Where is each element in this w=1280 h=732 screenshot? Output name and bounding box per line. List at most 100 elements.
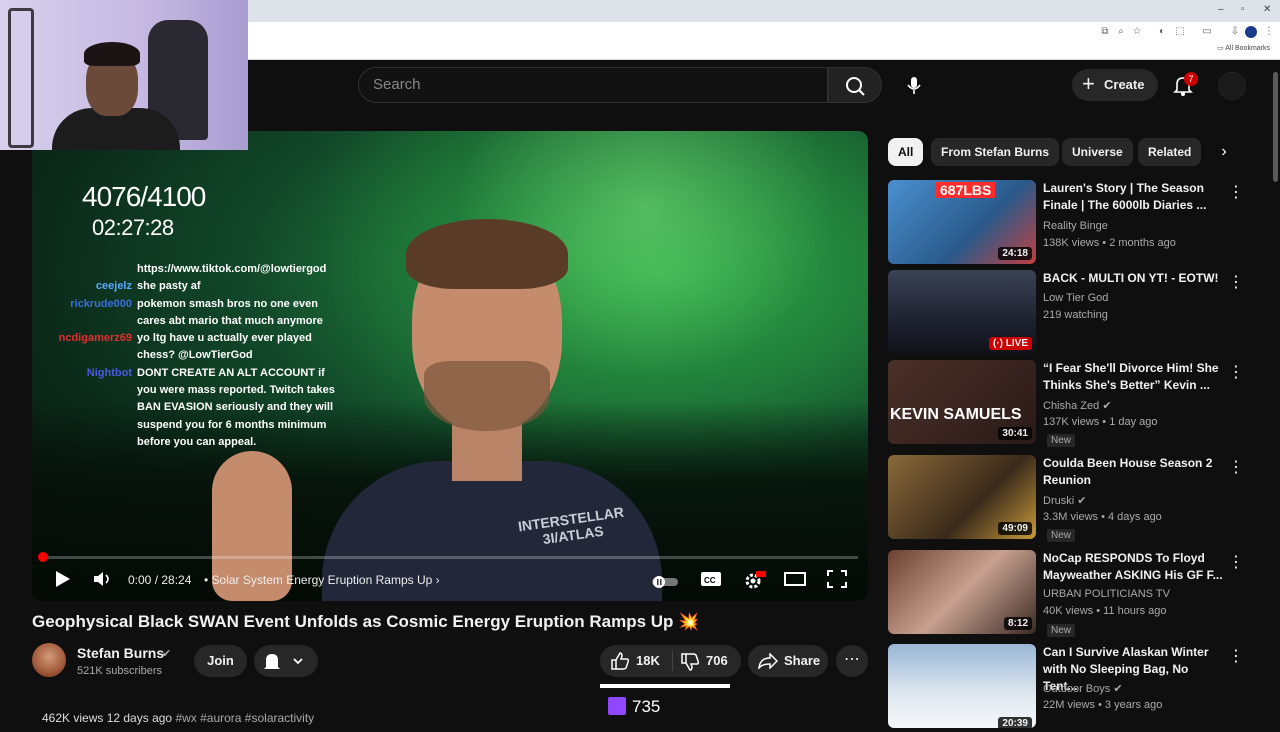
more-vert-icon[interactable]: ⋮ xyxy=(1228,457,1244,477)
twitch-divider xyxy=(600,684,730,688)
theater-mode-button[interactable] xyxy=(784,571,806,592)
recommendation-channel[interactable]: Chisha Zed ✔ xyxy=(1043,399,1112,412)
maximize-icon[interactable]: ▫ xyxy=(1241,4,1245,15)
autoplay-toggle[interactable] xyxy=(650,573,680,594)
download-icon[interactable]: ⇩ xyxy=(1228,26,1242,38)
recommendation-channel[interactable]: Low Tier God xyxy=(1043,292,1108,304)
new-badge: New xyxy=(1047,529,1076,542)
chat-line: rickrude000 pokemon smash bros no one ev… xyxy=(32,296,342,331)
profile-avatar[interactable] xyxy=(1245,26,1257,38)
more-actions-button[interactable]: ⋯ xyxy=(836,645,868,677)
plus-icon: + xyxy=(1082,71,1095,96)
video-thumbnail[interactable]: (·) LIVE xyxy=(888,270,1036,354)
play-icon xyxy=(56,571,70,587)
chevron-right-icon[interactable]: › xyxy=(1210,138,1238,166)
video-thumbnail[interactable]: 8:12 xyxy=(888,550,1036,634)
recommendation-meta: 137K views • 1 day ago xyxy=(1043,416,1158,428)
fullscreen-icon xyxy=(827,570,847,588)
progress-scrubber[interactable] xyxy=(38,552,48,562)
page-scrollbar[interactable] xyxy=(1271,62,1280,720)
video-thumbnail[interactable]: KEVIN SAMUELS 30:41 xyxy=(888,360,1036,444)
recommendation-item[interactable]: (·) LIVE BACK - MULTI ON YT! - EOTW! Low… xyxy=(888,270,1248,358)
dislike-button[interactable] xyxy=(680,653,700,674)
progress-bar[interactable] xyxy=(38,552,858,562)
menu-icon[interactable]: ⋮ xyxy=(1262,26,1276,38)
more-vert-icon[interactable]: ⋮ xyxy=(1228,272,1244,292)
more-vert-icon[interactable]: ⋮ xyxy=(1228,182,1244,202)
channel-avatar[interactable] xyxy=(32,643,66,677)
recommendation-item[interactable]: KEVIN SAMUELS 30:41 “I Fear She'll Divor… xyxy=(888,360,1248,448)
zoom-icon[interactable]: ⌕ xyxy=(1114,26,1128,38)
more-vert-icon[interactable]: ⋮ xyxy=(1228,552,1244,572)
bell-icon xyxy=(264,654,303,669)
bookmark-star-icon[interactable]: ☆ xyxy=(1130,26,1144,38)
chip-from-channel[interactable]: From Stefan Burns xyxy=(931,138,1060,166)
dislike-count: 706 xyxy=(706,653,728,668)
chip-all[interactable]: All xyxy=(888,138,924,166)
share-button[interactable]: Share xyxy=(748,645,828,677)
toggle-icon xyxy=(652,576,678,588)
youtube-header: Search + Create 7 xyxy=(248,60,1280,110)
play-button[interactable] xyxy=(54,569,72,594)
chip-related[interactable]: Related xyxy=(1138,138,1202,166)
recommendation-title[interactable]: NoCap RESPONDS To Floyd Mayweather ASKIN… xyxy=(1043,550,1223,584)
close-icon[interactable]: ✕ xyxy=(1263,4,1271,15)
share-icon xyxy=(758,653,778,669)
chip-universe[interactable]: Universe xyxy=(1062,138,1133,166)
recommendation-item[interactable]: 687LBS 24:18 Lauren's Story | The Season… xyxy=(888,180,1248,268)
chat-line: https://www.tiktok.com/@lowtiergod xyxy=(32,261,342,278)
all-bookmarks-link[interactable]: ▭ All Bookmarks xyxy=(1217,44,1270,52)
chat-message: DONT CREATE AN ALT ACCOUNT if you were m… xyxy=(137,366,335,448)
captions-button[interactable]: CC xyxy=(700,571,722,592)
recommendation-item[interactable]: 49:09 Coulda Been House Season 2 Reunion… xyxy=(888,455,1248,543)
recommendation-channel[interactable]: URBAN POLITICIANS TV xyxy=(1043,588,1170,600)
more-vert-icon[interactable]: ⋮ xyxy=(1228,362,1244,382)
video-thumbnail[interactable]: 20:39 xyxy=(888,644,1036,728)
create-button[interactable]: + Create xyxy=(1072,69,1158,101)
video-description-preview[interactable]: 462K views 12 days ago #wx #aurora #sola… xyxy=(42,711,314,725)
recommendation-meta: 3.3M views • 4 days ago xyxy=(1043,511,1162,523)
recommendation-channel[interactable]: Reality Binge xyxy=(1043,220,1108,232)
account-avatar[interactable] xyxy=(1218,72,1246,100)
chat-message: pokemon smash bros no one even cares abt… xyxy=(137,297,323,327)
search-button[interactable] xyxy=(828,67,882,103)
recommendation-meta: 219 watching xyxy=(1043,309,1108,321)
join-button[interactable]: Join xyxy=(194,645,247,677)
verified-icon: ✔ xyxy=(1113,683,1123,695)
puzzle-icon[interactable]: ⬚ xyxy=(1173,26,1187,38)
thumbnail-text: 687LBS xyxy=(936,182,996,198)
scrollbar-thumb[interactable] xyxy=(1273,72,1278,182)
cast-icon[interactable]: ⧉ xyxy=(1098,26,1112,38)
duration-badge: 30:41 xyxy=(998,427,1032,440)
recommendation-meta: 40K views • 11 hours ago xyxy=(1043,605,1167,617)
video-player[interactable]: INTERSTELLAR 3I/ATLAS 4076/4100 02:27:28… xyxy=(32,131,868,601)
like-button[interactable] xyxy=(610,652,630,673)
time-display: 0:00 / 28:24 xyxy=(128,573,192,587)
chat-username: ceejelz xyxy=(95,280,132,293)
sidepanel-icon[interactable]: ▭ xyxy=(1200,26,1214,38)
recommendation-title[interactable]: Coulda Been House Season 2 Reunion xyxy=(1043,455,1223,489)
video-thumbnail[interactable]: 687LBS 24:18 xyxy=(888,180,1036,264)
recommendation-item[interactable]: 20:39 Can I Survive Alaskan Winter with … xyxy=(888,644,1248,732)
recommendation-channel[interactable]: Druski ✔ xyxy=(1043,494,1086,507)
settings-button[interactable] xyxy=(742,569,766,596)
recommendation-channel[interactable]: Outdoor Boys ✔ xyxy=(1043,682,1123,695)
extension-icon[interactable]: ◐ xyxy=(1155,26,1169,38)
fullscreen-button[interactable] xyxy=(827,570,847,593)
volume-button[interactable] xyxy=(92,569,114,594)
search-input[interactable]: Search xyxy=(358,67,828,103)
more-vert-icon[interactable]: ⋮ xyxy=(1228,646,1244,666)
voice-search-button[interactable] xyxy=(896,67,932,103)
chapter-title[interactable]: • Solar System Energy Eruption Ramps Up … xyxy=(204,573,440,587)
subscribed-bell-button[interactable] xyxy=(254,645,318,677)
recommendation-title[interactable]: Lauren's Story | The Season Finale | The… xyxy=(1043,180,1223,214)
recommendation-title[interactable]: BACK - MULTI ON YT! - EOTW! xyxy=(1043,270,1223,287)
channel-name[interactable]: Stefan Burns xyxy=(77,645,164,661)
chat-username: ncdigamerz69 xyxy=(58,332,132,345)
recommendation-item[interactable]: 8:12 NoCap RESPONDS To Floyd Mayweather … xyxy=(888,550,1248,638)
recommendation-title[interactable]: “I Fear She'll Divorce Him! She Thinks S… xyxy=(1043,360,1223,394)
video-title: Geophysical Black SWAN Event Unfolds as … xyxy=(32,612,700,631)
minimize-icon[interactable]: – xyxy=(1218,4,1224,15)
hashtags[interactable]: #wx #aurora #solaractivity xyxy=(175,711,314,725)
video-thumbnail[interactable]: 49:09 xyxy=(888,455,1036,539)
